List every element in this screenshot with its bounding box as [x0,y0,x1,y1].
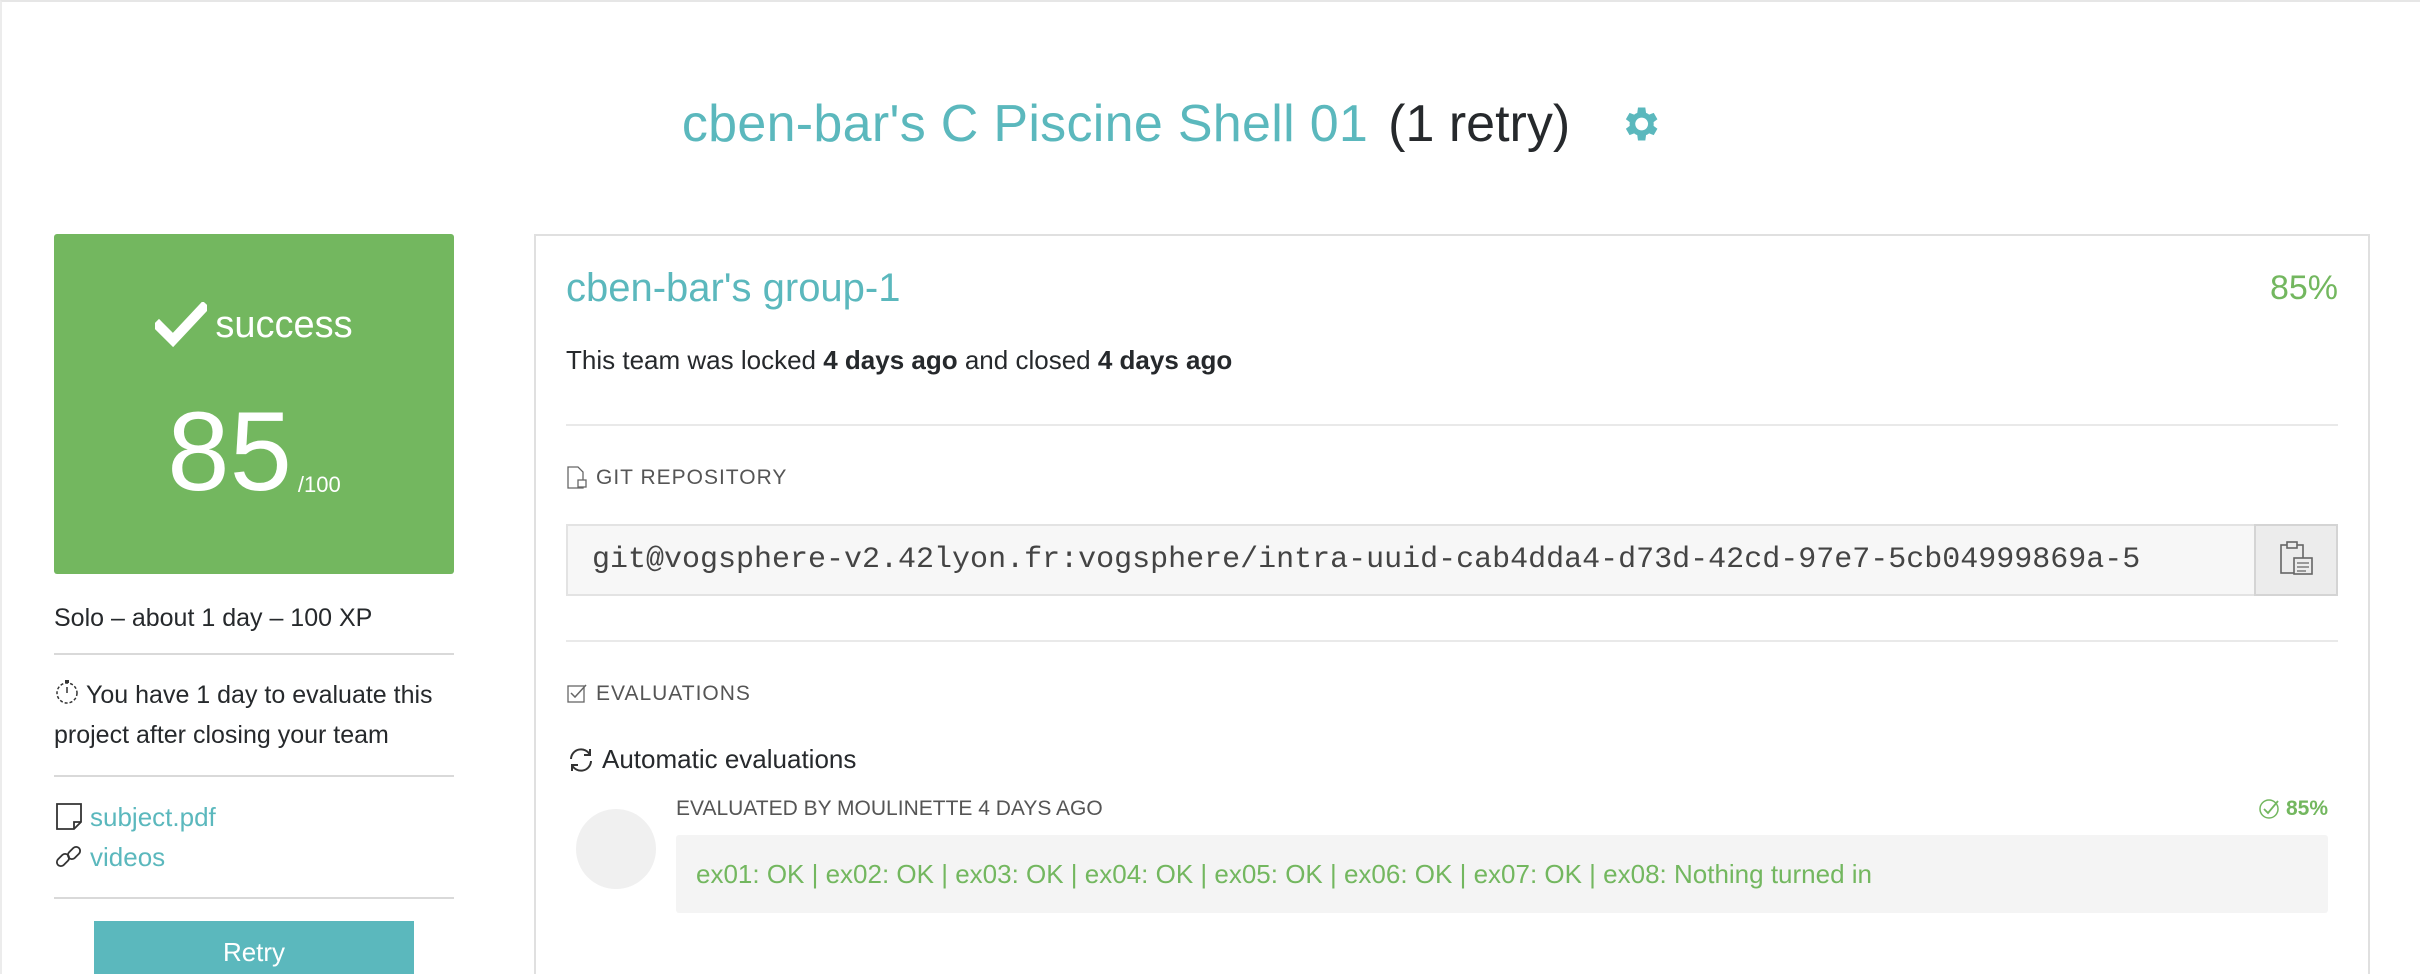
subject-pdf-label: subject.pdf [90,802,216,832]
final-mark: 85 [167,389,292,514]
evaluation-result: ex01: OK | ex02: OK | ex03: OK | ex04: O… [676,835,2328,913]
git-repository-field[interactable] [566,524,2254,596]
checkmark-icon [152,300,211,348]
team-percent: 85% [2269,269,2338,307]
refresh-icon [566,745,596,775]
divider [54,775,454,777]
avatar [576,809,656,889]
retry-button[interactable]: Retry [94,921,414,974]
project-links: subject.pdf videos [54,797,454,877]
repo-row [566,524,2338,596]
lock-prefix: This team was locked [566,345,824,375]
automatic-evaluations-label: Automatic evaluations [602,744,857,774]
subject-pdf-link[interactable]: subject.pdf [54,797,454,837]
evaluation-score-value: 85% [2285,797,2328,820]
project-meta: Solo – about 1 day – 100 XP [54,604,373,632]
locked-ago: 4 days ago [823,345,958,375]
evaluation-item: EVALUATED BY MOULINETTE 4 DAYS AGO 85% e… [566,797,2338,917]
closed-ago: 4 days ago [1097,345,1233,375]
checkbox-icon [566,682,588,706]
divider [54,897,454,899]
lock-middle: and closed [957,345,1098,375]
git-section-title: GIT REPOSITORY [566,466,2338,490]
timer-icon [54,677,80,704]
status-label-row: success [54,300,454,348]
status-box: success 85 /100 [54,234,454,574]
evaluation-score: 85% [2258,797,2328,821]
status-label: success [215,303,353,346]
lock-status: This team was locked 4 days ago and clos… [566,345,2338,376]
git-section-label: GIT REPOSITORY [596,466,788,489]
evaluate-notice: You have 1 day to evaluate this project … [54,675,454,755]
title-row: cben-bar's C Piscine Shell 01 (1 retry) [2,94,2420,154]
file-icon [566,466,588,490]
team-name[interactable]: cben-bar's group-1 [566,266,901,311]
page-title: cben-bar's C Piscine Shell 01 [681,95,1369,153]
evaluate-notice-text: You have 1 day to evaluate this project … [54,681,433,749]
videos-link[interactable]: videos [54,837,454,877]
check-circle-icon [2258,798,2280,820]
project-sidebar: success 85 /100 Solo – about 1 day – 100… [54,234,454,974]
gear-icon[interactable] [1618,102,1662,146]
max-mark: /100 [297,472,341,497]
videos-label: videos [90,842,166,872]
automatic-evaluations-title: Automatic evaluations [566,744,2338,775]
evaluations-section-label: EVALUATIONS [596,682,751,705]
score-display: 85 /100 [54,396,454,508]
group-header: cben-bar's group-1 85% [566,266,2338,311]
divider [566,640,2338,642]
copy-button[interactable] [2254,524,2338,596]
divider [54,653,454,655]
evaluations-section-title: EVALUATIONS [566,682,2338,706]
document-icon [54,802,84,832]
evaluation-header: EVALUATED BY MOULINETTE 4 DAYS AGO 85% [676,797,2328,821]
project-page: cben-bar's C Piscine Shell 01 (1 retry) … [0,0,2420,974]
clipboard-icon [2276,538,2316,583]
evaluator-info: EVALUATED BY MOULINETTE 4 DAYS AGO [676,797,1103,820]
link-icon [54,842,84,872]
retry-count: (1 retry) [1388,95,1571,153]
team-panel: cben-bar's group-1 85% This team was loc… [534,234,2370,974]
divider [566,424,2338,426]
